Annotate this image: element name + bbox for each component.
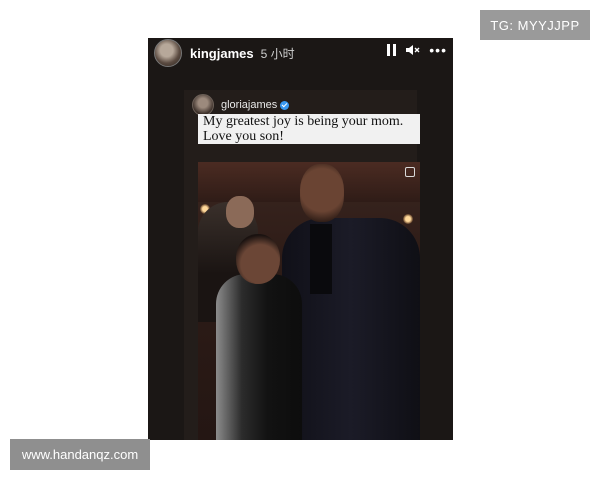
pause-button[interactable] xyxy=(387,44,397,56)
lamp-light xyxy=(403,214,413,224)
post-caption: My greatest joy is being your mom. Love … xyxy=(198,114,420,144)
woman-head xyxy=(236,234,280,284)
pause-icon xyxy=(387,44,397,56)
post-photo[interactable] xyxy=(198,162,420,440)
profile-avatar[interactable] xyxy=(154,39,182,67)
story-timestamp: 5 小时 xyxy=(260,46,295,61)
man-shirt xyxy=(310,224,332,294)
verified-badge-icon xyxy=(280,100,290,110)
story-username[interactable]: kingjames xyxy=(190,46,254,61)
mute-icon xyxy=(406,45,420,55)
woman-figure xyxy=(216,274,302,440)
background-person-head xyxy=(226,196,254,228)
reshared-user[interactable]: gloriajames xyxy=(221,99,290,111)
man-head xyxy=(300,164,344,222)
more-button[interactable]: ••• xyxy=(429,43,447,57)
expand-icon[interactable] xyxy=(405,167,415,177)
reshared-username[interactable]: gloriajames xyxy=(221,99,277,111)
story-header: kingjames 5 小时 ••• xyxy=(148,38,453,68)
mute-button[interactable] xyxy=(405,44,420,56)
story-viewer: kingjames 5 小时 ••• gloriajames My greate… xyxy=(148,38,453,440)
man-figure xyxy=(282,218,420,440)
reshared-post[interactable]: gloriajames My greatest joy is being you… xyxy=(184,90,420,440)
watermark-bottom-left: www.handanqz.com xyxy=(10,439,150,470)
watermark-top-right: TG: MYYJJPP xyxy=(480,10,590,40)
story-controls: ••• xyxy=(387,43,447,57)
reshared-avatar[interactable] xyxy=(192,94,214,116)
